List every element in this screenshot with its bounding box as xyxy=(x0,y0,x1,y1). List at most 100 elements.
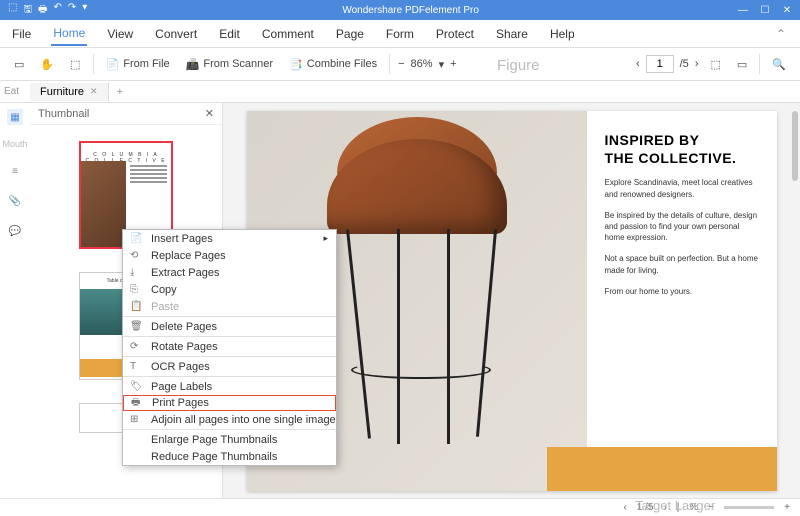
thumbnail-title: Thumbnail xyxy=(38,108,89,120)
menu-convert[interactable]: Convert xyxy=(153,23,199,45)
ctx-label: Reduce Page Thumbnails xyxy=(151,451,277,463)
maximize-icon[interactable]: ☐ xyxy=(756,5,774,16)
close-icon[interactable]: ✕ xyxy=(778,5,796,16)
menu-protect[interactable]: Protect xyxy=(434,23,476,45)
menu-view[interactable]: View xyxy=(105,23,135,45)
ctx-separator xyxy=(123,376,336,377)
redo-icon[interactable]: ↷ xyxy=(68,2,76,19)
bookmark-icon[interactable]: ≡ xyxy=(7,163,23,179)
ctx-label: Page Labels xyxy=(151,381,212,393)
zoom-in-button[interactable]: + xyxy=(450,58,456,70)
adjoin-icon: ⊞ xyxy=(130,414,138,425)
zoom-slider[interactable] xyxy=(724,506,774,509)
status-zoom-in-icon[interactable]: + xyxy=(784,502,790,513)
ctx-label: Rotate Pages xyxy=(151,341,218,353)
menu-home[interactable]: Home xyxy=(51,22,87,46)
status-zoom-pct: % xyxy=(689,502,698,513)
quick-access: ⬚ 🖫 🖶 ↶ ↷ ▾ xyxy=(0,2,87,19)
separator xyxy=(389,54,390,74)
ctx-page-labels[interactable]: 🏷 Page Labels xyxy=(123,378,336,395)
context-menu: 📄Insert Pages▸ ⟲Replace Pages ⤓Extract P… xyxy=(122,229,337,466)
ctx-paste: 📋Paste xyxy=(123,298,336,315)
zoom-controls: − 86% ▾ + xyxy=(398,58,456,71)
menu-share[interactable]: Share xyxy=(494,23,530,45)
ctx-delete-pages[interactable]: 🗑Delete Pages xyxy=(123,318,336,335)
tab-label: Furniture xyxy=(40,86,84,98)
side-strip: ▦ Mouth ≡ 📎 💬 xyxy=(0,103,30,498)
window-controls: ― ☐ ✕ xyxy=(734,5,800,16)
ctx-separator xyxy=(123,336,336,337)
combine-button[interactable]: 📑 Combine Files xyxy=(285,56,381,73)
menu-comment[interactable]: Comment xyxy=(260,23,316,45)
document-tab[interactable]: Furniture ✕ xyxy=(30,83,109,101)
ctx-label: Paste xyxy=(151,301,179,313)
zoom-out-button[interactable]: − xyxy=(398,58,404,70)
fit-width-icon[interactable]: ⬚ xyxy=(706,56,724,73)
ctx-extract-pages[interactable]: ⤓Extract Pages xyxy=(123,264,336,281)
doc-para-3: Not a space built on perfection. But a h… xyxy=(605,253,759,275)
collapse-ribbon-icon[interactable]: ⌃ xyxy=(774,23,788,45)
hand-tool-icon[interactable]: ✋ xyxy=(36,56,58,73)
thumbnails-icon[interactable]: ▦ xyxy=(7,109,23,125)
status-sep: | xyxy=(677,502,680,513)
prev-page-icon[interactable]: ‹ xyxy=(636,58,640,70)
status-next-icon[interactable]: › xyxy=(663,502,666,513)
ctx-rotate-pages[interactable]: ⟳Rotate Pages xyxy=(123,338,336,355)
status-page: 1 /5 xyxy=(637,502,654,513)
next-page-icon[interactable]: › xyxy=(695,58,699,70)
ctx-adjoin-pages[interactable]: ⊞Adjoin all pages into one single image xyxy=(123,411,336,428)
minimize-icon[interactable]: ― xyxy=(734,5,752,16)
search-icon[interactable]: 🔍 xyxy=(768,56,790,73)
zoom-level[interactable]: 86% xyxy=(411,58,433,70)
ctx-replace-pages[interactable]: ⟲Replace Pages xyxy=(123,247,336,264)
attachment-icon[interactable]: 📎 xyxy=(7,193,23,209)
page-text: INSPIRED BYTHE COLLECTIVE. Explore Scand… xyxy=(587,111,777,491)
status-zoom-out-icon[interactable]: − xyxy=(708,502,714,513)
fit-page-icon[interactable]: ▭ xyxy=(733,56,751,73)
thumbnail-header: Thumbnail ✕ xyxy=(30,103,222,125)
from-file-button[interactable]: 📄 From File xyxy=(102,56,174,73)
save-icon[interactable]: 🖫 xyxy=(23,2,32,19)
menu-edit[interactable]: Edit xyxy=(217,23,242,45)
undo-icon[interactable]: ↶ xyxy=(53,2,61,19)
vertical-scrollbar[interactable] xyxy=(792,111,798,481)
comment-icon[interactable]: 💬 xyxy=(7,223,23,239)
menu-form[interactable]: Form xyxy=(384,23,416,45)
ctx-copy[interactable]: ⎘Copy xyxy=(123,281,336,298)
print-menu-icon: 🖶 xyxy=(131,395,140,412)
from-scanner-button[interactable]: 📠 From Scanner xyxy=(182,56,277,73)
ctx-insert-pages[interactable]: 📄Insert Pages▸ xyxy=(123,230,336,247)
page-total: /5 xyxy=(680,58,689,70)
tabbar: Eat Furniture ✕ + xyxy=(0,81,800,103)
ctx-print-pages[interactable]: 🖶Print Pages xyxy=(123,395,336,411)
zoom-dropdown-icon[interactable]: ▾ xyxy=(439,58,445,71)
doc-para-1: Explore Scandinavia, meet local creative… xyxy=(605,177,759,199)
menu-page[interactable]: Page xyxy=(334,23,366,45)
app-title: Wondershare PDFelement Pro xyxy=(87,5,734,16)
extract-icon: ⤓ xyxy=(130,267,134,278)
ctx-reduce-thumbnails[interactable]: Reduce Page Thumbnails xyxy=(123,448,336,465)
print-icon[interactable]: 🖶 xyxy=(38,2,47,19)
logo-icon[interactable]: ⬚ xyxy=(8,2,17,19)
ctx-label: OCR Pages xyxy=(151,361,210,373)
ctx-separator xyxy=(123,316,336,317)
menu-help[interactable]: Help xyxy=(548,23,577,45)
select-tool-icon[interactable]: ⬚ xyxy=(66,56,84,73)
tab-close-icon[interactable]: ✕ xyxy=(90,86,98,97)
insert-icon: 📄 xyxy=(130,233,142,244)
doc-heading-2: THE COLLECTIVE. xyxy=(605,150,737,166)
menu-file[interactable]: File xyxy=(10,23,33,45)
status-prev-icon[interactable]: ‹ xyxy=(623,502,626,513)
cursor-tool-icon[interactable]: ▭ xyxy=(10,56,28,73)
thumbnail-close-icon[interactable]: ✕ xyxy=(205,107,214,120)
ctx-label: Delete Pages xyxy=(151,321,217,333)
ctx-ocr-pages[interactable]: TOCR Pages xyxy=(123,358,336,375)
ctx-label: Replace Pages xyxy=(151,250,226,262)
label-icon: 🏷 xyxy=(130,381,143,392)
titlebar: ⬚ 🖫 🖶 ↶ ↷ ▾ Wondershare PDFelement Pro ―… xyxy=(0,0,800,20)
ctx-enlarge-thumbnails[interactable]: Enlarge Page Thumbnails xyxy=(123,431,336,448)
side-label-mouth: Mouth xyxy=(2,139,27,149)
page-input[interactable] xyxy=(646,55,674,73)
doc-para-2: Be inspired by the details of culture, d… xyxy=(605,210,759,244)
new-tab-icon[interactable]: + xyxy=(109,86,131,98)
